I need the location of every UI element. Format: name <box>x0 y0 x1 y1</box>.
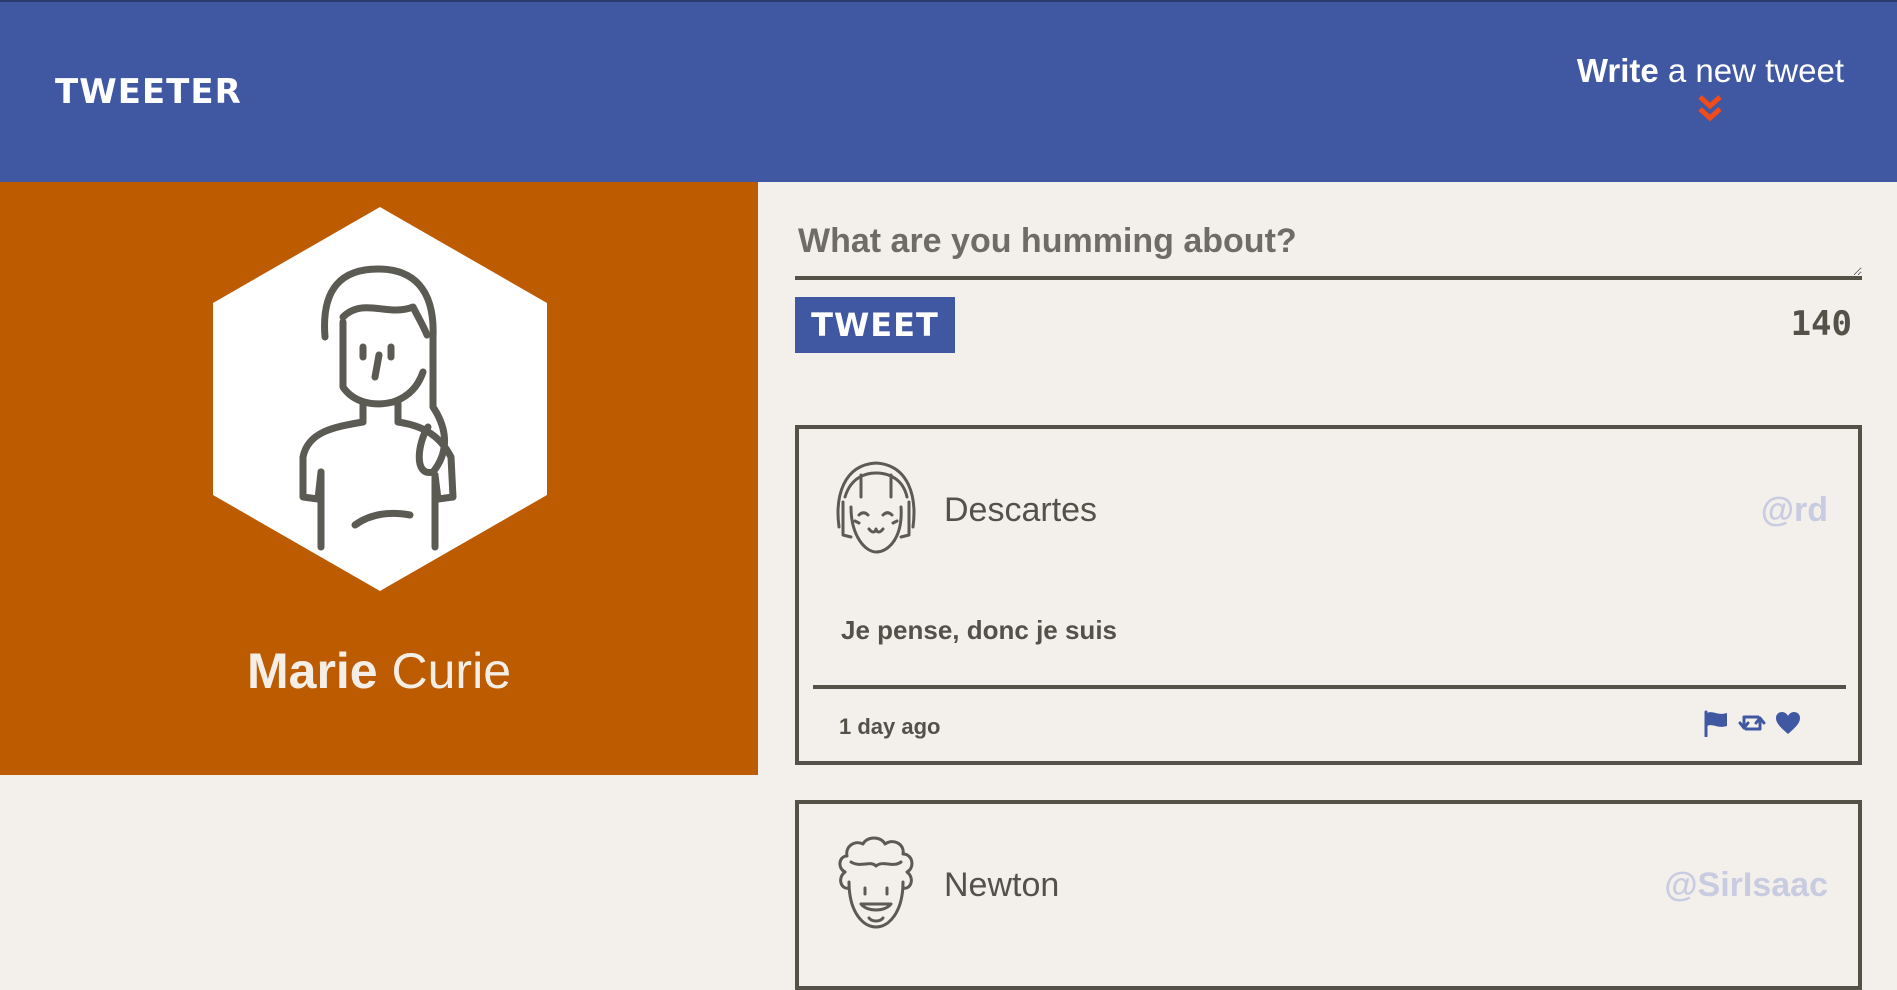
flag-icon[interactable] <box>1702 709 1730 737</box>
profile-name: Marie Curie <box>0 642 758 700</box>
tweet-divider <box>813 685 1846 689</box>
write-new-tweet-toggle[interactable]: Write a new tweet <box>1577 52 1844 126</box>
compose-toggle-light: a new tweet <box>1667 52 1844 89</box>
tweet-input[interactable] <box>795 212 1862 280</box>
double-chevron-down-icon[interactable] <box>1695 92 1725 126</box>
tweet-author-handle[interactable]: @SirIsaac <box>1664 866 1828 905</box>
app-header: TWEETER Write a new tweet <box>0 2 1897 182</box>
profile-panel: Marie Curie <box>0 182 758 775</box>
tweet-button[interactable]: TWEET <box>795 297 955 353</box>
compose-toggle-strong: Write <box>1576 52 1659 89</box>
compose-section: TWEET 140 <box>795 212 1862 353</box>
girl-avatar-icon <box>836 461 916 554</box>
tweet-actions <box>1702 709 1802 737</box>
profile-avatar <box>213 207 547 591</box>
tweet-card: Newton @SirIsaac <box>795 800 1862 990</box>
curly-hair-avatar-icon <box>838 836 914 929</box>
tweet-author-handle[interactable]: @rd <box>1761 491 1828 530</box>
tweet-card: Descartes @rd Je pense, donc je suis 1 d… <box>795 425 1862 765</box>
tweet-author-name[interactable]: Descartes <box>944 491 1097 530</box>
brand-logo[interactable]: TWEETER <box>55 72 242 112</box>
character-counter: 140 <box>1790 304 1852 344</box>
tweet-author-name[interactable]: Newton <box>944 866 1059 905</box>
profile-first-name: Marie <box>246 643 378 699</box>
tweet-text: Je pense, donc je suis <box>841 615 1117 645</box>
tweet-timestamp: 1 day ago <box>839 714 941 739</box>
retweet-icon[interactable] <box>1738 709 1766 737</box>
heart-icon[interactable] <box>1774 709 1802 737</box>
profile-last-name: Curie <box>391 643 511 699</box>
